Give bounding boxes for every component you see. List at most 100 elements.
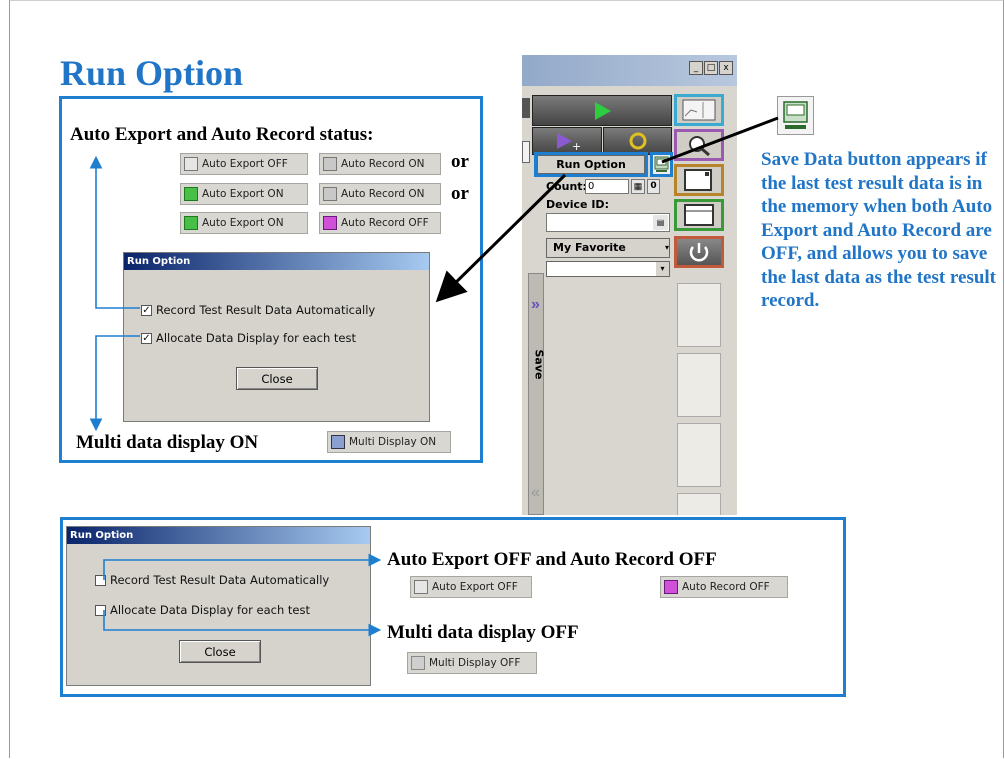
device-id-label: Device ID: <box>546 198 609 211</box>
close-button[interactable]: Close <box>179 640 261 663</box>
record-option-row[interactable]: Record Test Result Data Automatically <box>95 573 329 587</box>
repeat-run-button[interactable] <box>603 127 672 155</box>
page-title: Run Option <box>60 53 244 93</box>
record-checkbox[interactable]: ✓ <box>141 304 152 316</box>
power-tool[interactable] <box>674 236 724 268</box>
record-option-row[interactable]: ✓ Record Test Result Data Automatically <box>141 303 375 317</box>
setup-combo[interactable]: ▾ <box>546 261 670 277</box>
auto-export-off-button[interactable]: Auto Export OFF <box>180 153 308 175</box>
multi-display-label: Multi Display ON <box>349 436 437 448</box>
multi-display-icon <box>411 656 425 670</box>
side-tab-label: Save <box>532 349 546 380</box>
export-icon <box>184 187 198 201</box>
record-icon <box>323 187 337 201</box>
multi-display-icon <box>331 435 345 449</box>
app-titlebar: _ □ x <box>522 55 737 86</box>
record-option-label: Record Test Result Data Automatically <box>110 573 330 587</box>
multi-display-label: Multi Display OFF <box>429 657 521 669</box>
panel-slot <box>677 353 721 417</box>
calculator-icon[interactable]: ▦ <box>631 179 645 194</box>
auto-record-on-button[interactable]: Auto Record ON <box>319 153 441 175</box>
auto-record-off-button[interactable]: Auto Record OFF <box>319 212 441 234</box>
or-label: or <box>451 151 469 172</box>
side-tab[interactable]: » Save « <box>528 273 546 515</box>
expand-chevron-icon[interactable]: » <box>531 296 540 314</box>
multi-display-on-button[interactable]: Multi Display ON <box>327 431 451 453</box>
export-icon <box>184 157 198 171</box>
auto-export-off-button[interactable]: Auto Export OFF <box>410 576 532 598</box>
close-button[interactable]: Close <box>236 367 318 390</box>
dialog-title: Run Option <box>124 253 429 270</box>
multi-display-off-heading: Multi data display OFF <box>387 622 579 643</box>
setup-tool[interactable] <box>674 199 724 231</box>
auto-export-label: Auto Export OFF <box>432 581 518 593</box>
run-option-dialog: Run Option Record Test Result Data Autom… <box>66 526 371 686</box>
save-data-button[interactable] <box>653 155 670 174</box>
left-edge-control <box>522 98 530 118</box>
panel-slot <box>677 493 721 515</box>
auto-export-label: Auto Export ON <box>202 188 284 200</box>
record-icon <box>323 157 337 171</box>
play-icon <box>595 101 611 120</box>
panel-slot <box>677 283 721 347</box>
allocate-option-row[interactable]: Allocate Data Display for each test <box>95 603 310 617</box>
auto-export-on-button[interactable]: Auto Export ON <box>180 183 308 205</box>
measurement-icon <box>684 169 712 191</box>
collapse-chevron-icon[interactable]: « <box>531 484 540 502</box>
count-field[interactable]: 0 <box>585 179 629 194</box>
append-play-icon: + <box>557 133 580 151</box>
measurement-tool[interactable] <box>674 164 724 196</box>
data-display-icon <box>682 99 716 121</box>
dialog-title: Run Option <box>67 527 370 544</box>
setup-icon <box>684 204 714 226</box>
save-data-icon <box>783 101 808 129</box>
auto-record-label: Auto Record ON <box>341 158 425 170</box>
run-option-dialog: Run Option ✓ Record Test Result Data Aut… <box>123 252 430 422</box>
allocate-checkbox[interactable]: ✓ <box>141 332 152 344</box>
left-edge-control <box>522 141 530 163</box>
setup-dropdown[interactable]: My Favorite Setup ▾ <box>546 238 670 272</box>
multi-display-off-button[interactable]: Multi Display OFF <box>407 652 537 674</box>
allocate-option-label: Allocate Data Display for each test <box>110 603 311 617</box>
run-option-button[interactable]: Run Option <box>537 155 645 174</box>
record-checkbox[interactable] <box>95 574 106 586</box>
or-label: or <box>451 183 469 204</box>
auto-record-label: Auto Record OFF <box>341 217 429 229</box>
window-controls: _ □ x <box>689 61 733 75</box>
allocate-checkbox[interactable] <box>95 604 106 616</box>
auto-export-label: Auto Export ON <box>202 217 284 229</box>
search-tool[interactable] <box>674 129 724 161</box>
allocate-option-row[interactable]: ✓ Allocate Data Display for each test <box>141 331 356 345</box>
auto-record-label: Auto Record OFF <box>682 581 770 593</box>
repeat-icon <box>629 132 646 150</box>
auto-record-on-button[interactable]: Auto Record ON <box>319 183 441 205</box>
auto-record-off-button[interactable]: Auto Record OFF <box>660 576 788 598</box>
save-data-description: Save Data button appears if the last tes… <box>761 149 997 311</box>
panel-slot <box>677 423 721 487</box>
device-id-field[interactable] <box>546 213 670 232</box>
keyboard-icon[interactable]: ▤ <box>653 215 668 230</box>
count-suffix-field[interactable]: 0 <box>647 179 660 194</box>
data-display-tool[interactable] <box>674 94 724 126</box>
maximize-button[interactable]: □ <box>704 61 718 75</box>
record-icon <box>323 216 337 230</box>
save-data-large-icon <box>777 96 814 135</box>
auto-export-on-button[interactable]: Auto Export ON <box>180 212 308 234</box>
minimize-button[interactable]: _ <box>689 61 703 75</box>
multi-display-on-label: Multi data display ON <box>76 432 259 453</box>
auto-export-label: Auto Export OFF <box>202 158 288 170</box>
power-icon <box>689 243 709 262</box>
export-icon <box>184 216 198 230</box>
run-button[interactable] <box>532 95 672 126</box>
record-option-label: Record Test Result Data Automatically <box>156 303 376 317</box>
chevron-down-icon: ▾ <box>664 243 669 252</box>
append-run-button[interactable]: + <box>532 127 602 155</box>
svg-text:+: + <box>572 140 580 151</box>
export-icon <box>414 580 428 594</box>
close-window-button[interactable]: x <box>719 61 733 75</box>
chevron-down-icon: ▾ <box>656 262 669 276</box>
auto-off-heading: Auto Export OFF and Auto Record OFF <box>387 549 717 570</box>
status-heading: Auto Export and Auto Record status: <box>70 124 374 145</box>
app-window: _ □ x + Run Option Count: 0 ▦ 0 Device I… <box>522 55 737 515</box>
auto-record-label: Auto Record ON <box>341 188 425 200</box>
